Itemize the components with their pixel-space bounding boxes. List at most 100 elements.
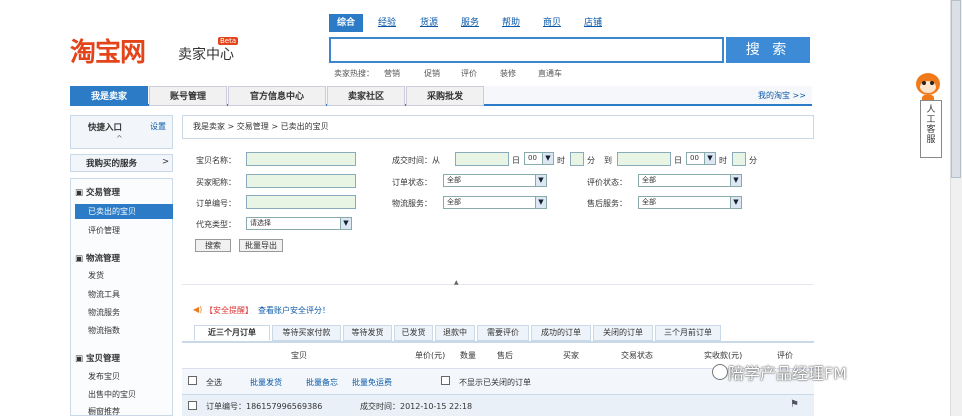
bought-service-link[interactable]: 我购买的服务 [86,157,137,169]
minute-label: 分 [749,156,757,165]
end-date-input[interactable] [617,152,671,166]
menu-publish-item[interactable]: 发布宝贝 [88,371,120,382]
menu-logistics-service[interactable]: 物流服务 [88,307,120,318]
tab-refunding[interactable]: 退款中 [435,325,475,341]
eval-status-value: 全部 [642,176,656,184]
search-tab-service[interactable]: 服务 [461,14,479,32]
order-no-label: 订单编号： [196,199,236,208]
select-all-checkbox[interactable] [188,376,197,385]
tab-older-orders[interactable]: 三个月前订单 [655,325,721,341]
column-header: 售后 [497,351,513,360]
nav-wholesale[interactable]: 采购批发 [406,86,484,106]
after-sale-select[interactable]: 全部 ▼ [638,196,742,209]
quick-entry-settings[interactable]: 设置 [150,121,166,132]
hot-search-link[interactable]: 营销 [384,68,400,79]
bulk-remark-link[interactable]: 批量备忘 [306,377,338,388]
menu-logistics-index[interactable]: 物流指数 [88,325,120,336]
nav-seller[interactable]: 我是卖家 [70,86,148,106]
tab-await-payment[interactable]: 等待买家付款 [272,325,341,341]
start-minute-input[interactable] [570,152,584,166]
column-header: 交易状态 [621,351,653,360]
menu-on-sale-items[interactable]: 出售中的宝贝 [88,389,136,400]
bulk-ship-link[interactable]: 批量发货 [250,377,282,388]
search-tab-shangbei[interactable]: 商贝 [543,14,561,32]
tab-await-shipping[interactable]: 等待发货 [343,325,392,341]
hot-search-link[interactable]: 促销 [424,68,440,79]
end-hour-select[interactable]: 00 ▼ [686,152,716,165]
hot-search-link[interactable]: 直通车 [538,68,562,79]
taobao-logo[interactable]: 淘宝网 [70,32,146,69]
day-label: 日 [674,156,682,165]
collapse-toggle-icon[interactable]: ▲ [454,279,459,286]
menu-logistics-head-label: 物流管理 [86,254,121,264]
flag-icon[interactable]: ⚑ [790,399,799,410]
menu-review-manage[interactable]: 评价管理 [88,225,120,236]
collapse-up-icon[interactable]: ^ [116,134,123,143]
tab-recent-orders[interactable]: 近三个月订单 [194,325,270,341]
nav-community[interactable]: 卖家社区 [327,86,405,106]
customer-service-button[interactable]: 人工客服 [920,100,942,158]
item-name-input[interactable] [246,152,356,166]
order-checkbox[interactable] [188,401,197,410]
batch-export-button[interactable]: 批量导出 [239,239,283,252]
quick-entry-title: 快捷入口 [88,123,123,133]
menu-trade-head-label: 交易管理 [86,188,121,198]
divider [182,284,814,285]
tab-successful[interactable]: 成功的订单 [531,325,591,341]
end-minute-input[interactable] [732,152,746,166]
watermark: 陪学产品经理FM [728,364,848,383]
order-number: 订单编号：186157996569386 [206,402,323,411]
search-tab-shop[interactable]: 店铺 [584,14,602,32]
hide-closed-label: 不显示已关闭的订单 [459,378,531,387]
buyer-label: 买家昵称： [196,178,236,187]
search-tab-supply[interactable]: 货源 [420,14,438,32]
tab-closed[interactable]: 关闭的订单 [593,325,653,341]
column-header: 买家 [563,351,579,360]
select-all-label: 全选 [206,378,222,387]
search-input[interactable] [329,37,724,63]
tab-need-review[interactable]: 需要评价 [477,325,529,341]
order-status-select[interactable]: 全部 ▼ [443,174,547,187]
search-tab-all[interactable]: 综合 [329,14,364,32]
start-hour-select[interactable]: 00 ▼ [524,152,554,165]
eval-status-select[interactable]: 全部 ▼ [638,174,742,187]
order-no-input[interactable] [246,195,356,209]
menu-logistics-tools[interactable]: 物流工具 [88,289,120,300]
nav-account[interactable]: 账号管理 [149,86,227,106]
search-button[interactable]: 搜 索 [726,37,810,63]
nav-official-info[interactable]: 官方信息中心 [228,86,326,106]
hot-search-link[interactable]: 评价 [461,68,477,79]
dropdown-arrow-icon: ▼ [535,175,546,186]
eval-status-label: 评价状态： [587,178,627,187]
recharge-type-select[interactable]: 请选择 ▼ [246,217,352,230]
day-label: 日 [512,156,520,165]
menu-ship[interactable]: 发货 [88,270,104,281]
column-header: 数量 [460,351,476,360]
order-status-label: 订单状态： [392,178,432,187]
menu-bullet-icon: ▣ [75,254,86,264]
form-search-button[interactable]: 搜索 [195,239,231,252]
menu-sold-items[interactable]: 已卖出的宝贝 [75,204,173,219]
scrollbar-thumb[interactable] [951,0,961,178]
my-taobao-link[interactable]: 我的淘宝 >> [758,90,806,101]
dropdown-arrow-icon: ▼ [340,218,351,229]
hour-label: 时 [557,156,565,165]
bulk-free-shipping-link[interactable]: 批量免运费 [352,377,392,388]
security-notice-link[interactable]: 查看账户安全评分！ [258,305,330,316]
tab-shipped[interactable]: 已发货 [394,325,433,341]
start-date-input[interactable] [455,152,509,166]
logistics-value: 全部 [447,198,461,206]
logistics-select[interactable]: 全部 ▼ [443,196,547,209]
recharge-type-value: 请选择 [250,219,271,227]
service-mascot-icon[interactable] [912,70,944,104]
search-tab-experience[interactable]: 经验 [378,14,396,32]
end-hour-value: 00 [690,154,699,162]
buyer-input[interactable] [246,174,356,188]
dropdown-arrow-icon: ▼ [542,153,553,164]
menu-goods-head: ▣ 宝贝管理 [75,352,120,364]
hour-label: 时 [719,156,727,165]
hide-closed-checkbox[interactable] [441,376,450,385]
search-tab-help[interactable]: 帮助 [502,14,520,32]
hot-search-link[interactable]: 装修 [500,68,516,79]
menu-window-recommend[interactable]: 橱窗推荐 [88,406,120,417]
